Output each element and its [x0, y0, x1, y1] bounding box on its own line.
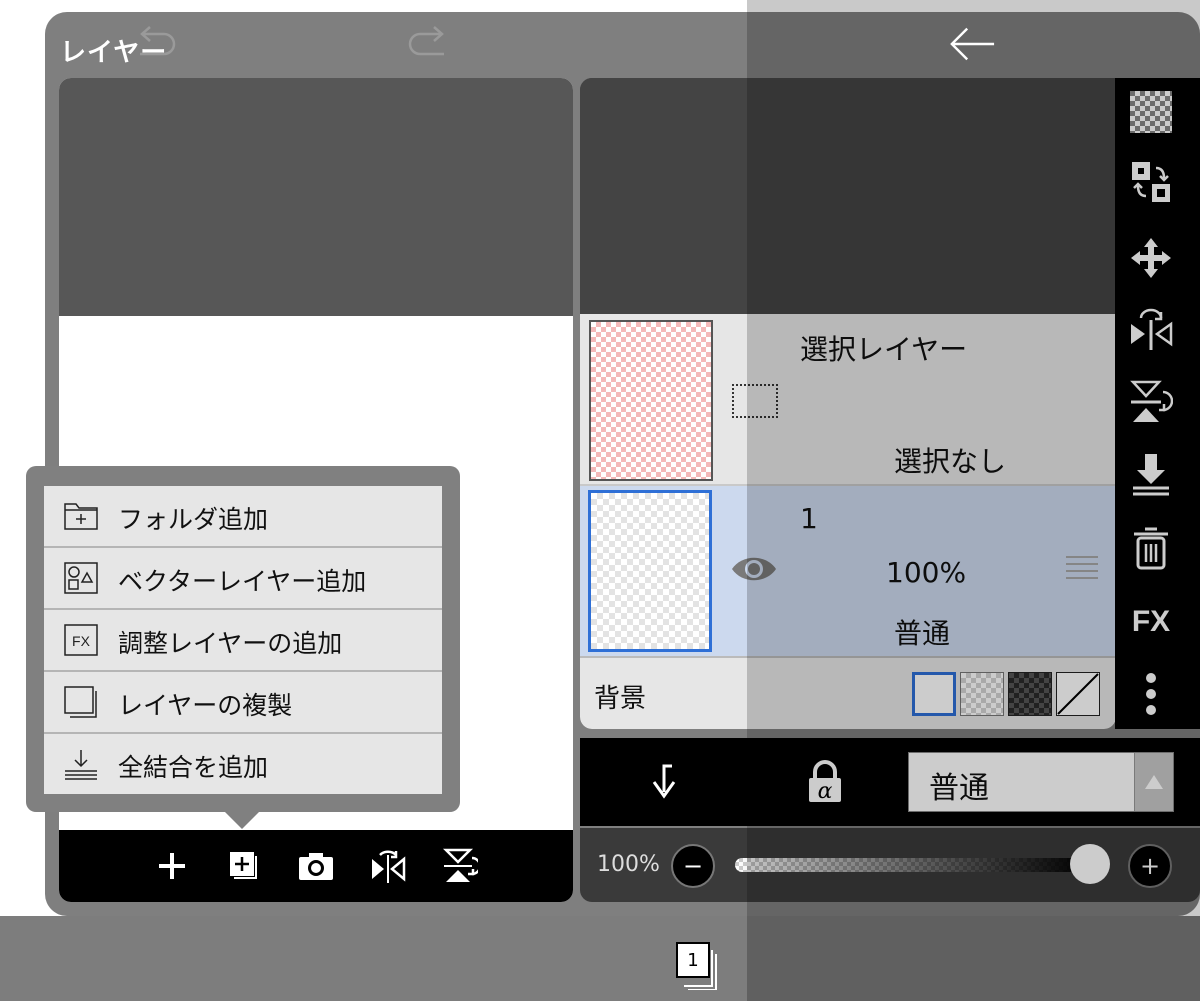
- folder-add-icon: [64, 500, 98, 532]
- selection-layer-thumbnail: [589, 320, 713, 481]
- menu-item-add-folder[interactable]: フォルダ追加: [44, 486, 442, 548]
- blend-row: α 普通: [580, 738, 1200, 826]
- menu-item-duplicate-layer[interactable]: レイヤーの複製: [44, 672, 442, 734]
- blend-dropdown-arrow-icon[interactable]: [1134, 753, 1173, 811]
- layer-1-name: 1: [800, 502, 818, 535]
- menu-item-label: フォルダ追加: [118, 505, 269, 534]
- background-row: 背景: [580, 658, 1116, 729]
- menu-item-add-adjustment-layer[interactable]: FX 調整レイヤーの追加: [44, 610, 442, 672]
- selection-layer-row[interactable]: 選択レイヤー 選択なし: [580, 314, 1116, 486]
- canvas-toolbar: [59, 830, 573, 902]
- popup-pointer: [225, 812, 259, 829]
- menu-item-add-vector-layer[interactable]: ベクターレイヤー追加: [44, 548, 442, 610]
- alpha-lock-icon[interactable]: α: [805, 760, 845, 808]
- flip-horizontal-tool-icon[interactable]: [1129, 306, 1173, 350]
- layer-row-1[interactable]: 1 100% 普通: [580, 486, 1116, 658]
- selection-status: 選択なし: [894, 445, 1007, 478]
- back-arrow-icon[interactable]: [948, 22, 996, 66]
- background-none-swatch[interactable]: [1056, 672, 1100, 716]
- vector-layer-icon: [64, 562, 98, 594]
- layer-list-empty-area: [580, 78, 1116, 314]
- opacity-value: 100%: [597, 852, 660, 877]
- layer-list: 選択レイヤー 選択なし 1 100% 普通 背景: [580, 78, 1116, 729]
- fx-adjust-icon: FX: [64, 624, 98, 656]
- flip-horizontal-icon[interactable]: [366, 844, 410, 888]
- layer-1-opacity: 100%: [886, 556, 967, 589]
- background-light-checker-swatch[interactable]: [960, 672, 1004, 716]
- swap-layers-icon[interactable]: [1129, 160, 1173, 204]
- background-label: 背景: [594, 684, 647, 714]
- menu-item-label: 全結合を追加: [118, 753, 269, 782]
- opacity-plus-button[interactable]: +: [1128, 844, 1172, 888]
- camera-icon[interactable]: [294, 844, 338, 888]
- svg-text:FX: FX: [72, 633, 91, 649]
- selection-layer-title: 選択レイヤー: [800, 333, 968, 366]
- page-number: 1: [676, 942, 710, 978]
- blend-mode-select[interactable]: 普通: [908, 752, 1174, 812]
- menu-item-label: ベクターレイヤー追加: [118, 567, 367, 596]
- transparency-checker-icon[interactable]: [1129, 90, 1173, 134]
- more-options-icon[interactable]: [1129, 672, 1173, 716]
- flip-vertical-icon[interactable]: [438, 844, 482, 888]
- clipping-icon[interactable]: [642, 762, 682, 806]
- background-white-swatch[interactable]: [912, 672, 956, 716]
- visibility-eye-icon[interactable]: [730, 552, 778, 586]
- opacity-minus-button[interactable]: −: [671, 844, 715, 888]
- opacity-slider-track[interactable]: [735, 858, 1087, 872]
- svg-text:α: α: [818, 779, 833, 804]
- move-icon[interactable]: [1129, 236, 1173, 280]
- add-layer-icon[interactable]: [150, 844, 194, 888]
- drag-handle-icon[interactable]: [1066, 556, 1098, 584]
- opacity-row: 100% − +: [580, 828, 1200, 902]
- duplicate-icon: [64, 686, 98, 718]
- bottom-bar-dim: [747, 916, 1200, 1001]
- add-layer-menu: フォルダ追加 ベクターレイヤー追加 FX 調整レイヤーの追加 レイヤーの複製 全…: [44, 486, 442, 794]
- menu-item-label: レイヤーの複製: [118, 691, 293, 720]
- undo-icon[interactable]: [132, 22, 180, 66]
- blend-mode-value: 普通: [929, 771, 989, 806]
- selection-marquee-icon: [732, 384, 778, 418]
- redo-icon[interactable]: [404, 22, 452, 66]
- menu-item-add-merge-all[interactable]: 全結合を追加: [44, 734, 442, 794]
- merge-all-icon: [64, 748, 98, 780]
- merge-down-icon[interactable]: [1129, 452, 1173, 496]
- layer-1-blend-mode: 普通: [894, 617, 951, 650]
- background-dark-checker-swatch[interactable]: [1008, 672, 1052, 716]
- canvas-dark-area: [59, 78, 573, 316]
- add-special-layer-icon[interactable]: [222, 844, 266, 888]
- flip-vertical-tool-icon[interactable]: [1129, 380, 1173, 424]
- layer-1-thumbnail: [588, 490, 712, 652]
- menu-item-label: 調整レイヤーの追加: [118, 629, 343, 658]
- opacity-slider-knob[interactable]: [1070, 844, 1110, 884]
- layer-tools-sidebar: FX: [1115, 78, 1200, 729]
- fx-button[interactable]: FX: [1129, 600, 1173, 644]
- trash-icon[interactable]: [1129, 526, 1173, 570]
- page-stack-button[interactable]: 1: [676, 942, 724, 990]
